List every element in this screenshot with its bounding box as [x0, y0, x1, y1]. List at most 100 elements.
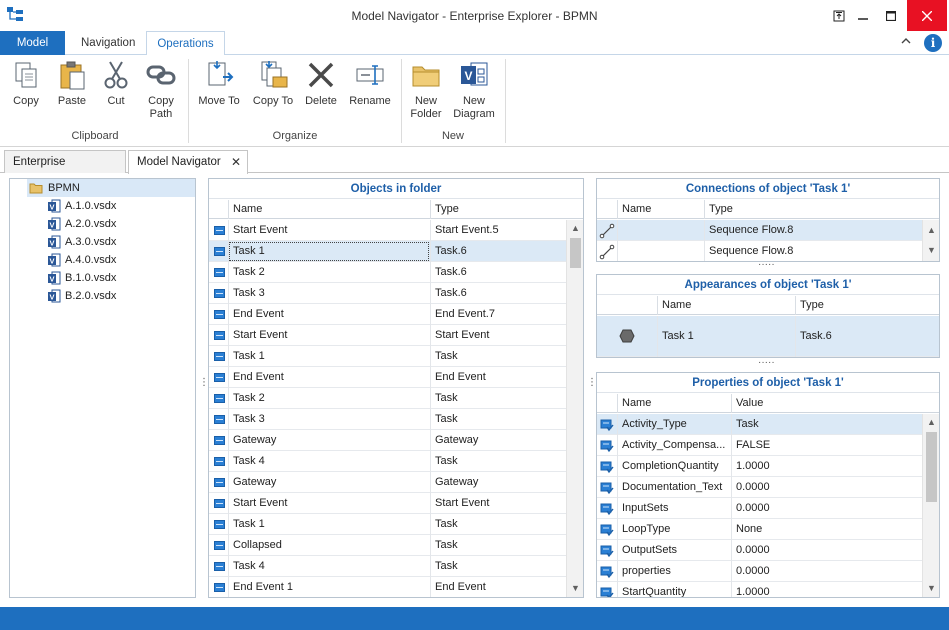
- tree-item[interactable]: V B.2.0.vsdx: [45, 287, 195, 305]
- scroll-up-icon[interactable]: ▲: [567, 220, 583, 237]
- splitter-handle[interactable]: ·····: [758, 357, 775, 368]
- table-row[interactable]: Task 1 Task.6: [209, 241, 566, 262]
- close-tab-icon[interactable]: ✕: [231, 151, 241, 173]
- copy-to-button[interactable]: Copy To: [248, 59, 298, 108]
- column-header-type[interactable]: Type: [430, 200, 567, 219]
- property-row[interactable]: LoopType None: [597, 519, 922, 540]
- ribbon-tab-bar: Model Navigation Operations i: [0, 31, 949, 56]
- splitter-handle[interactable]: ·····: [758, 259, 775, 270]
- scroll-up-icon[interactable]: ▲: [923, 222, 939, 239]
- splitter-handle[interactable]: ⋮: [199, 377, 209, 388]
- tree-item[interactable]: V B.1.0.vsdx: [45, 269, 195, 287]
- rename-button[interactable]: Rename: [346, 59, 394, 108]
- scroll-thumb[interactable]: [926, 432, 937, 502]
- cut-button[interactable]: Cut: [98, 59, 134, 108]
- column-header-name[interactable]: Name: [617, 394, 731, 413]
- property-row[interactable]: CompletionQuantity 1.0000: [597, 456, 922, 477]
- table-row[interactable]: Collapsed Task: [209, 535, 566, 556]
- scroll-down-icon[interactable]: ▼: [567, 580, 583, 597]
- tree-item[interactable]: V A.2.0.vsdx: [45, 215, 195, 233]
- folder-icon: [29, 183, 43, 194]
- splitter-handle[interactable]: ⋮: [587, 377, 597, 388]
- paste-button[interactable]: Paste: [52, 59, 92, 108]
- property-value: None: [731, 519, 923, 540]
- appearance-row[interactable]: Task 1 Task.6: [597, 316, 939, 357]
- table-row[interactable]: End Event End Event: [209, 367, 566, 388]
- table-row[interactable]: Gateway Gateway: [209, 472, 566, 493]
- property-name: InputSets: [617, 498, 731, 519]
- chevron-up-icon[interactable]: [896, 33, 916, 53]
- object-icon: [214, 478, 225, 487]
- copy-button[interactable]: Copy: [6, 59, 46, 108]
- object-name: Task 2: [228, 262, 430, 283]
- new-folder-button[interactable]: New Folder: [406, 59, 446, 121]
- new-group-label: New: [441, 130, 464, 142]
- table-row[interactable]: Gateway Gateway: [209, 430, 566, 451]
- property-row[interactable]: InputSets 0.0000: [597, 498, 922, 519]
- scroll-thumb[interactable]: [570, 238, 581, 268]
- object-name: Task 1: [228, 514, 430, 535]
- table-row[interactable]: Start Event Start Event: [209, 325, 566, 346]
- connections-scrollbar[interactable]: ▲ ▼: [922, 220, 939, 261]
- scroll-up-icon[interactable]: ▲: [923, 414, 939, 431]
- property-row[interactable]: OutputSets 0.0000: [597, 540, 922, 561]
- property-value: 1.0000: [731, 582, 923, 597]
- scroll-down-icon[interactable]: ▼: [923, 580, 939, 597]
- objects-scrollbar[interactable]: ▲ ▼: [566, 220, 583, 597]
- folder-icon: [412, 66, 440, 87]
- copy-path-label-line2: Path: [149, 108, 173, 120]
- svg-text:V: V: [49, 203, 54, 212]
- properties-scrollbar[interactable]: ▲ ▼: [922, 414, 939, 597]
- visio-file-icon: V: [47, 217, 61, 231]
- property-row[interactable]: properties 0.0000: [597, 561, 922, 582]
- tree-item-bpmn[interactable]: BPMN: [27, 179, 195, 197]
- minimize-icon[interactable]: [848, 0, 878, 31]
- table-row[interactable]: Start Event Start Event.5: [209, 220, 566, 241]
- visio-file-icon: V: [47, 199, 61, 213]
- tab-operations[interactable]: Operations: [146, 31, 225, 56]
- column-header-name[interactable]: Name: [617, 200, 704, 219]
- property-row[interactable]: Activity_Compensa... FALSE: [597, 435, 922, 456]
- delete-button[interactable]: Delete: [302, 59, 340, 108]
- tab-model-navigator[interactable]: Model Navigator ✕: [128, 150, 248, 174]
- new-diagram-button[interactable]: V New Diagram: [450, 59, 498, 121]
- property-row[interactable]: StartQuantity 1.0000: [597, 582, 923, 597]
- folder-tree: BPMN V A.1.0.vsdx V A.2.0.vsdx V A.3.0.vsdx V A…: [9, 178, 196, 598]
- move-to-button[interactable]: Move To: [194, 59, 244, 108]
- table-row[interactable]: End Event End Event.7: [209, 304, 566, 325]
- tab-model[interactable]: Model: [0, 31, 65, 55]
- column-header-name[interactable]: Name: [228, 200, 430, 219]
- tab-navigation[interactable]: Navigation: [69, 31, 147, 55]
- tree-item[interactable]: V A.4.0.vsdx: [45, 251, 195, 269]
- property-row[interactable]: Documentation_Text 0.0000: [597, 477, 922, 498]
- column-header-type[interactable]: Type: [704, 200, 923, 219]
- column-header-value[interactable]: Value: [731, 394, 923, 413]
- tree-item[interactable]: V A.3.0.vsdx: [45, 233, 195, 251]
- scroll-down-icon[interactable]: ▼: [923, 242, 939, 259]
- table-row[interactable]: Task 3 Task.6: [209, 283, 566, 304]
- property-row[interactable]: Activity_Type Task: [597, 414, 922, 435]
- tab-enterprise-dashboard[interactable]: Enterprise Dashboard: [4, 150, 126, 190]
- table-row[interactable]: Task 4 Task: [209, 556, 566, 577]
- object-type: Gateway: [430, 472, 567, 493]
- table-row[interactable]: Task 1 Task: [209, 346, 566, 367]
- move-to-label: Move To: [198, 95, 240, 107]
- copy-path-button[interactable]: Copy Path: [140, 59, 182, 121]
- column-header-type[interactable]: Type: [795, 296, 939, 315]
- close-icon[interactable]: [907, 0, 947, 31]
- object-name: Task 2: [228, 388, 430, 409]
- table-row[interactable]: Task 1 Task: [209, 514, 566, 535]
- table-row[interactable]: Task 4 Task: [209, 451, 566, 472]
- table-row[interactable]: Task 3 Task: [209, 409, 566, 430]
- connection-row[interactable]: Sequence Flow.8: [597, 220, 922, 241]
- table-row[interactable]: Task 2 Task.6: [209, 262, 566, 283]
- connection-name: [617, 220, 704, 241]
- table-row[interactable]: End Event 1 End Event: [209, 577, 566, 597]
- column-header-name[interactable]: Name: [657, 296, 795, 315]
- maximize-icon[interactable]: [876, 0, 906, 31]
- tree-item[interactable]: V A.1.0.vsdx: [45, 197, 195, 215]
- rename-label: Rename: [349, 95, 391, 107]
- info-icon[interactable]: i: [924, 34, 942, 52]
- table-row[interactable]: Task 2 Task: [209, 388, 566, 409]
- table-row[interactable]: Start Event Start Event: [209, 493, 566, 514]
